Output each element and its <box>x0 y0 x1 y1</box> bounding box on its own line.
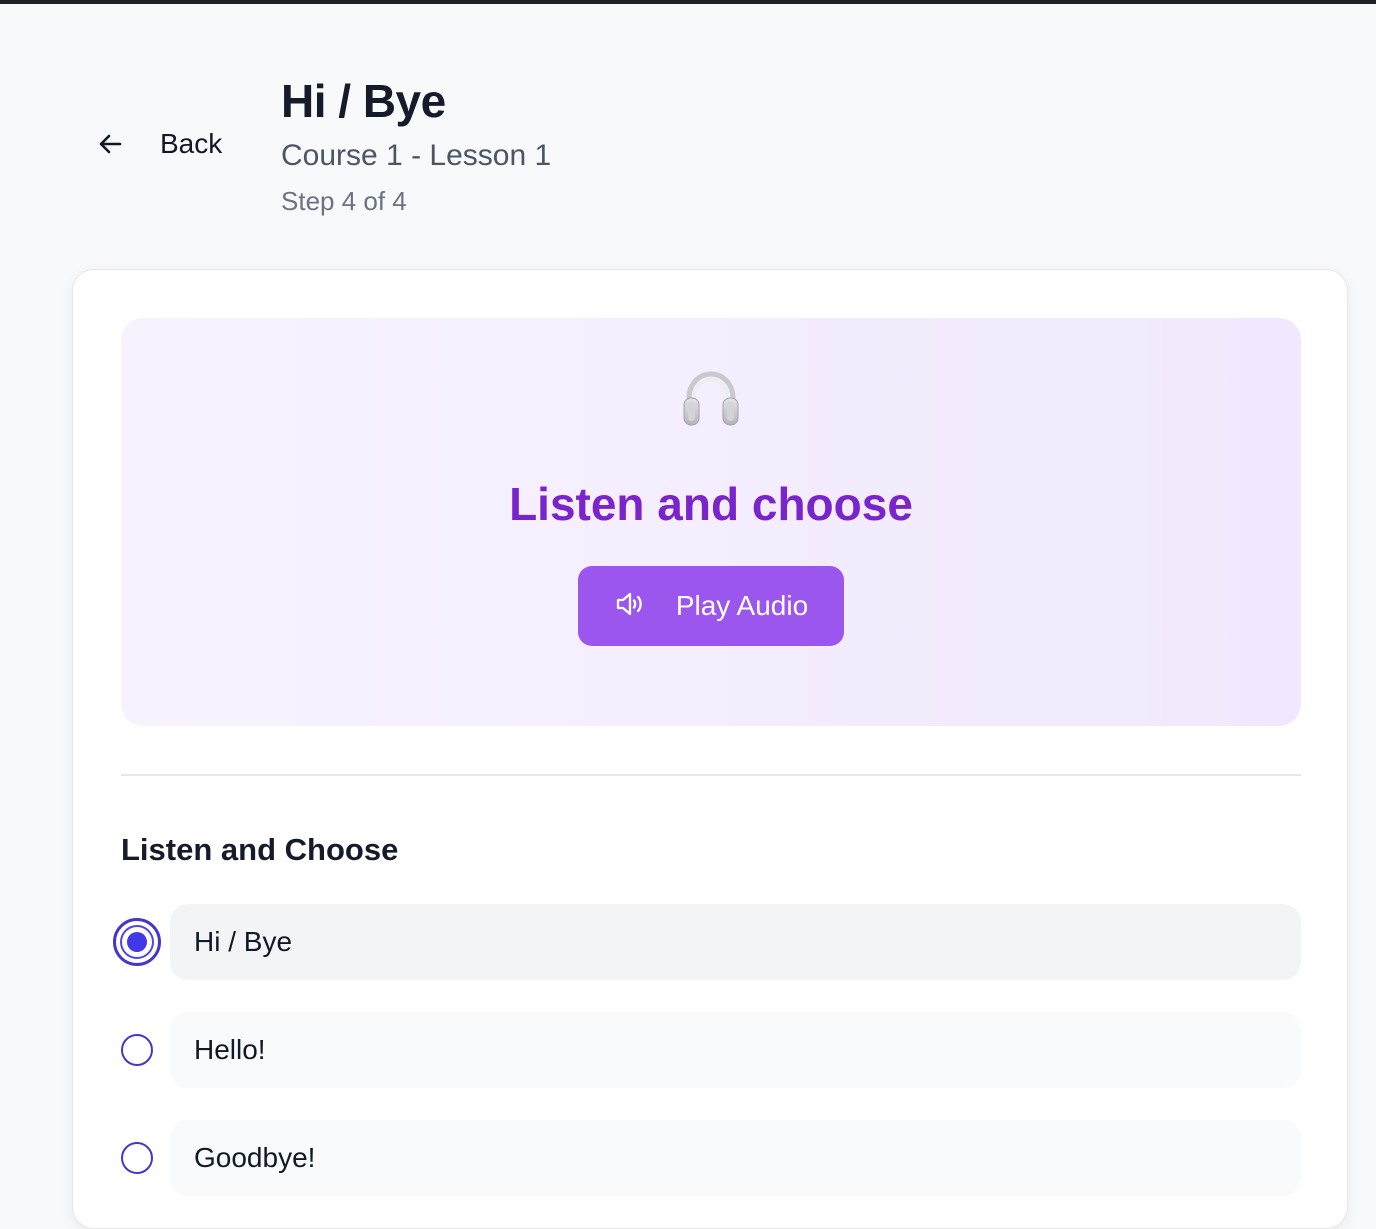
top-bar <box>0 0 1376 4</box>
exercise-title: Listen and choose <box>509 478 913 530</box>
answer-option[interactable]: Hello! <box>113 1012 1301 1088</box>
option-label[interactable]: Hi / Bye <box>170 904 1301 980</box>
listen-panel: Listen and choose Play Audio <box>121 318 1301 726</box>
step-indicator: Step 4 of 4 <box>281 186 407 216</box>
exercise-card: Listen and choose Play Audio Listen and … <box>72 269 1348 1229</box>
question-heading: Listen and Choose <box>121 832 399 867</box>
answer-option[interactable]: Goodbye! <box>113 1120 1301 1196</box>
lesson-header: Hi / Bye Course 1 - Lesson 1 Step 4 of 4 <box>281 72 551 218</box>
back-button[interactable]: Back <box>94 124 222 164</box>
arrow-left-icon <box>94 128 126 160</box>
radio-unselected[interactable] <box>121 1142 153 1174</box>
back-label: Back <box>160 128 223 159</box>
headphones-icon <box>680 368 742 430</box>
option-label[interactable]: Goodbye! <box>170 1120 1301 1196</box>
radio-selected[interactable] <box>113 918 161 966</box>
radio-unselected[interactable] <box>121 1034 153 1066</box>
page-title: Hi / Bye <box>281 75 446 127</box>
lesson-subtitle: Course 1 - Lesson 1 <box>281 139 552 172</box>
option-label[interactable]: Hello! <box>170 1012 1301 1088</box>
play-audio-button[interactable]: Play Audio <box>578 566 844 646</box>
play-audio-label: Play Audio <box>675 590 809 621</box>
answer-option[interactable]: Hi / Bye <box>113 904 1301 980</box>
speaker-icon <box>614 588 646 625</box>
divider <box>121 774 1301 776</box>
